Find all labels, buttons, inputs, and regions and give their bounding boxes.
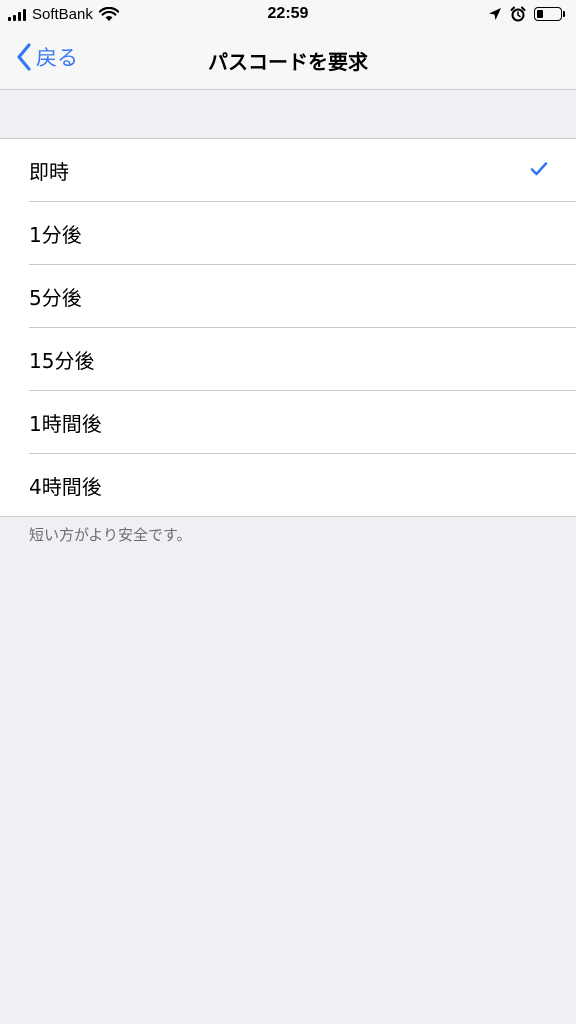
status-bar: SoftBank 22:59 (0, 0, 576, 30)
alarm-clock-icon (510, 6, 526, 22)
footer-note: 短い方がより安全です。 (29, 526, 192, 544)
option-row[interactable]: 15分後 (0, 327, 576, 390)
checkmark-icon (530, 162, 548, 176)
option-row[interactable]: 1時間後 (0, 390, 576, 453)
location-arrow-icon (489, 8, 501, 20)
battery-fill (537, 10, 543, 18)
option-label: 4時間後 (29, 474, 102, 499)
option-row[interactable]: 4時間後 (0, 453, 576, 516)
option-label: 即時 (29, 159, 69, 184)
option-label: 1時間後 (29, 411, 102, 436)
option-row[interactable]: 1分後 (0, 201, 576, 264)
option-label: 1分後 (29, 222, 82, 247)
page-title: パスコードを要求 (208, 50, 368, 74)
option-label: 5分後 (29, 285, 82, 310)
passcode-timing-list: 即時 1分後 5分後 15分後 1時間後 4時間後 (0, 138, 576, 517)
option-row[interactable]: 即時 (0, 139, 576, 201)
status-right (488, 6, 565, 22)
battery-icon (534, 7, 565, 21)
option-row[interactable]: 5分後 (0, 264, 576, 327)
option-label: 15分後 (29, 348, 95, 373)
navigation-bar: 戻る パスコードを要求 (0, 30, 576, 90)
